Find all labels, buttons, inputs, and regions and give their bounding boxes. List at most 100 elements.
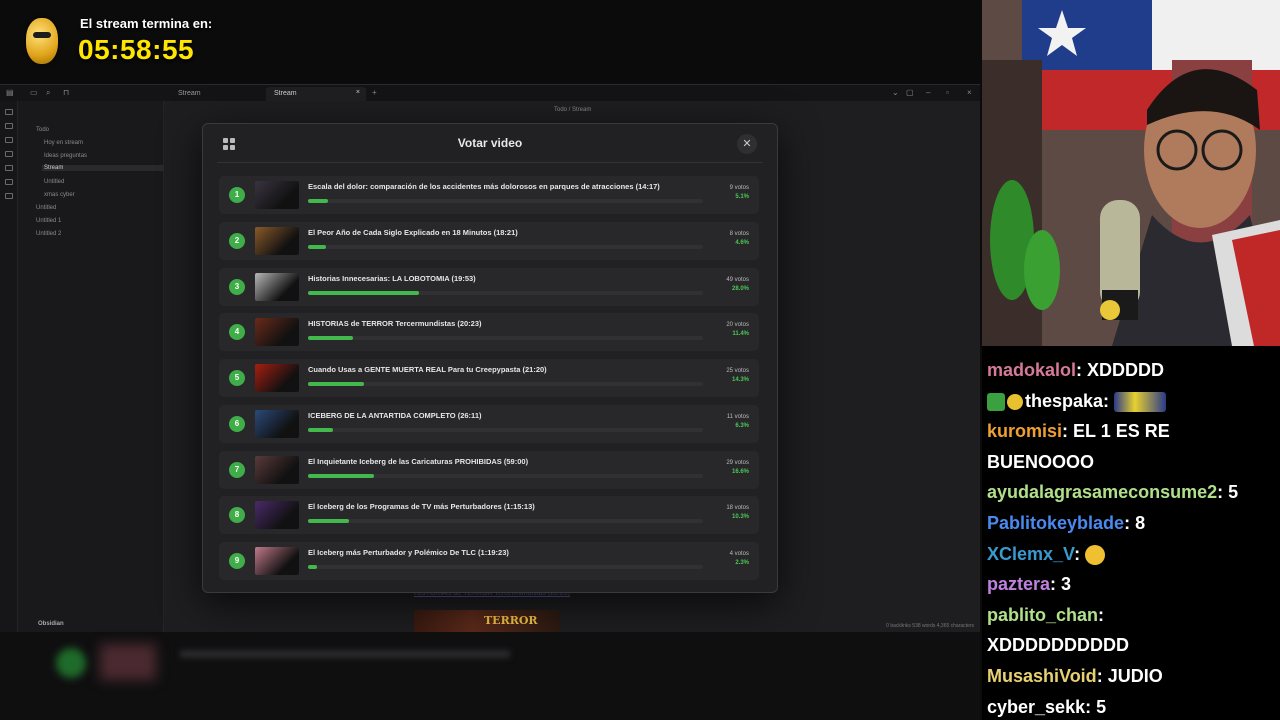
command-icon[interactable] (5, 179, 13, 185)
chat-username[interactable]: thespaka (1025, 391, 1103, 411)
video-row[interactable]: 6 ICEBERG DE LA ANTARTIDA COMPLETO (26:11… (219, 404, 759, 443)
file-item[interactable]: Ideas preguntas (44, 153, 87, 159)
video-title: Escala del dolor: comparación de los acc… (308, 182, 660, 191)
vote-count: 49 votos (726, 276, 749, 283)
chat-colon: : (1076, 360, 1088, 380)
folder-icon[interactable]: ▭ (30, 88, 38, 97)
video-title: Historias Innecesarias: LA LOBOTOMIA (19… (308, 273, 476, 283)
ribbon (0, 101, 18, 633)
file-item[interactable]: Untitled (36, 205, 56, 211)
video-title: El Iceberg más Perturbador y Polémico De… (308, 548, 509, 557)
chat-text: BUENOOOO (987, 451, 1095, 472)
vote-percent: 6.3% (735, 422, 749, 429)
chat-message: kuromisi: EL 1 ES RE (987, 421, 1170, 442)
tab-stream-1[interactable]: Stream (170, 87, 266, 101)
file-item-selected[interactable]: Stream (42, 165, 172, 171)
chat-message: cyber_sekk: 5 (987, 697, 1106, 718)
vote-count: 4 votos (729, 551, 749, 557)
video-title: El Inquietante Iceberg de las Caricatura… (308, 456, 529, 466)
vote-progress-track (308, 290, 703, 295)
sunglasses-emote-icon (1007, 393, 1023, 410)
video-row[interactable]: 3 Historias Innecesarias: LA LOBOTOMIA (1… (219, 267, 759, 306)
minimize-icon[interactable]: – (926, 88, 930, 97)
chat-message: Pablitokeyblade: 8 (987, 513, 1145, 534)
video-title: HISTORIAS de TERROR Tercermundistas (20:… (308, 319, 482, 329)
chat-colon: : (1217, 482, 1229, 503)
video-thumbnail (255, 455, 299, 484)
file-item[interactable]: Untitled (44, 179, 64, 185)
vote-progress-track (308, 565, 703, 569)
coin-mascot-icon (26, 18, 58, 64)
stream-frame: { "timer": { "label": "El stream termina… (0, 0, 1280, 720)
chat-username[interactable]: ayudalagrasameconsume2 (987, 482, 1217, 502)
vote-percent: 10.3% (731, 514, 749, 521)
vote-progress-fill (308, 336, 353, 341)
chat-message: BUENOOOO (987, 452, 1094, 473)
video-row[interactable]: 5 Cuando Usas a GENTE MUERTA REAL Para tu… (219, 359, 759, 397)
video-row[interactable]: 8 El Iceberg de los Programas de TV más P… (219, 496, 759, 535)
tab-close-icon[interactable]: × (356, 89, 360, 96)
chevron-down-icon[interactable]: ⌄ (892, 88, 899, 97)
timer-label: El stream termina en: (80, 16, 213, 31)
chat-message: paztera: 3 (987, 574, 1071, 595)
first-badge-icon (987, 392, 1005, 411)
close-window-icon[interactable]: × (967, 88, 972, 97)
search-icon[interactable]: ⌕ (46, 88, 50, 98)
canvas-icon[interactable] (5, 137, 13, 143)
video-row[interactable]: 4 HISTORIAS de TERROR Tercermundistas (20… (219, 313, 759, 352)
rank-badge: 7 (229, 461, 245, 478)
layout-icon[interactable]: ▢ (906, 88, 914, 97)
graph-icon[interactable] (5, 123, 13, 129)
chat-username[interactable]: madokalol (987, 360, 1076, 380)
video-row[interactable]: 2 El Peor Año de Cada Siglo Explicado en … (219, 221, 759, 260)
terminal-icon[interactable] (5, 193, 13, 199)
file-item[interactable]: Untitled 1 (36, 218, 61, 224)
folder-todo[interactable]: Todo (36, 127, 49, 133)
timer-value: 05:58:55 (78, 34, 195, 65)
vote-percent: 2.3% (735, 560, 749, 566)
file-item[interactable]: xmas cyber (44, 192, 75, 198)
modal-title: Votar video (457, 136, 523, 150)
chat-username[interactable]: cyber_sekk (987, 697, 1085, 717)
background-thumbnail: TERROR (414, 610, 560, 632)
template-icon[interactable] (5, 165, 13, 171)
rank-badge: 5 (229, 370, 245, 386)
rank-badge: 2 (229, 232, 245, 249)
chat-message: MusashiVoid: JUDIO (987, 666, 1163, 687)
vote-progress-track (308, 427, 703, 432)
tab-label: Stream (274, 90, 297, 97)
file-icon[interactable] (5, 109, 13, 115)
vote-progress-track (308, 473, 703, 478)
video-thumbnail (255, 409, 299, 438)
vote-count: 25 votos (726, 368, 749, 374)
sidebar-toggle-icon[interactable]: ▤ (6, 88, 14, 97)
vote-progress-fill (308, 244, 326, 249)
file-item[interactable]: Hoy en stream (44, 140, 83, 146)
chat-colon: : (1098, 604, 1105, 625)
video-row[interactable]: 7 El Inquietante Iceberg de las Caricatur… (219, 450, 759, 489)
file-item[interactable]: Untitled 2 (36, 231, 61, 237)
video-thumbnail (255, 181, 299, 209)
vote-progress-fill (308, 519, 349, 524)
calendar-icon[interactable] (5, 151, 13, 157)
chat-username[interactable]: XClemx_V (987, 544, 1074, 564)
maximize-icon[interactable]: ▫ (946, 88, 949, 97)
bookmark-icon[interactable]: ⊓ (63, 88, 69, 97)
vault-name[interactable]: Obsidian (38, 621, 64, 627)
chat-username[interactable]: paztera (987, 574, 1050, 594)
chat-username[interactable]: MusashiVoid (987, 666, 1097, 686)
chat-username[interactable]: Pablitokeyblade (987, 513, 1124, 533)
chat-message: XDDDDDDDDDD (987, 635, 1129, 656)
tab-stream-2[interactable]: Stream × (266, 87, 366, 101)
chat-colon: : (1124, 513, 1136, 533)
chat-username[interactable]: kuromisi (987, 421, 1062, 441)
new-tab-icon[interactable]: + (372, 88, 377, 97)
rank-badge: 9 (229, 553, 245, 569)
vote-progress-fill (308, 565, 317, 569)
video-row[interactable]: 9 El Iceberg más Perturbador y Polémico D… (219, 542, 759, 580)
chat-username[interactable]: pablito_chan (987, 605, 1098, 625)
breadcrumb: Todo / Stream (554, 107, 592, 113)
close-icon[interactable]: ✕ (737, 134, 757, 154)
video-row[interactable]: 1 Escala del dolor: comparación de los ac… (219, 176, 759, 214)
divider (217, 162, 763, 163)
